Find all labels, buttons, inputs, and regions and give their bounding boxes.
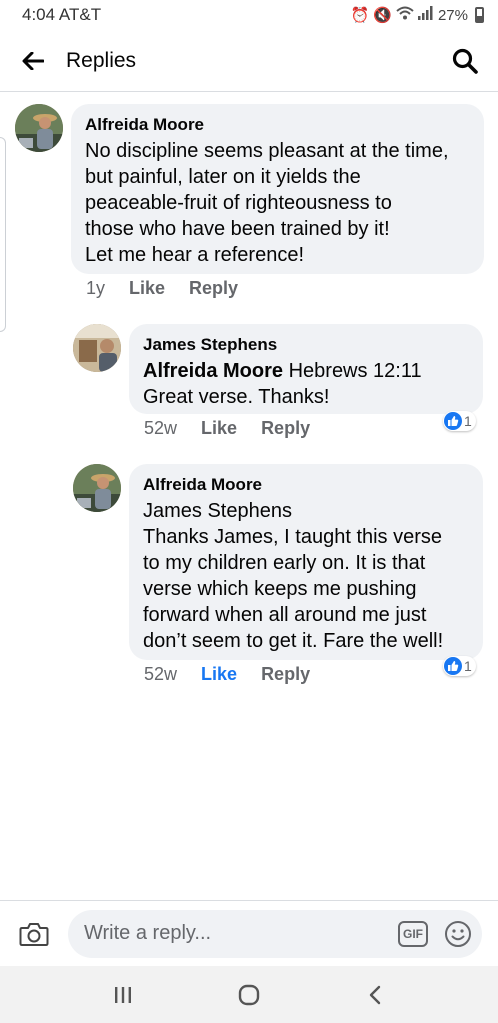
like-button[interactable]: Like [201,418,237,439]
mention-link[interactable]: Alfreida Moore [143,360,283,382]
status-bar: 4:04 AT&T ⏰ 🔇 27% [0,0,498,30]
alarm-icon: ⏰ [350,7,370,24]
comment-timestamp[interactable]: 52w [144,664,177,685]
back-button[interactable] [0,30,66,92]
reaction-count: 1 [464,413,472,429]
system-back-button[interactable] [345,970,405,1020]
search-icon [452,48,478,74]
home-button[interactable] [219,970,279,1020]
avatar[interactable] [15,104,63,152]
reply-field: GIF [68,909,482,958]
camera-button[interactable] [0,901,68,967]
battery-icon [475,7,484,23]
comment-text: Alfreida Moore Hebrews 12:11 Great verse… [143,360,422,408]
mute-icon: 🔇 [373,7,392,24]
signal-icon [417,6,434,24]
comment-timestamp[interactable]: 1y [86,278,105,299]
like-button[interactable]: Like [201,664,237,685]
header: Replies [0,30,498,92]
like-button[interactable]: Like [129,278,165,299]
thumbs-up-icon [444,412,462,430]
recent-apps-icon [115,986,131,1003]
comment-bubble[interactable]: James Stephens Alfreida Moore Hebrews 12… [129,324,483,414]
gif-button[interactable]: GIF [398,920,428,947]
home-icon [238,984,260,1005]
recent-apps-button[interactable] [93,970,153,1020]
status-icons: ⏰ 🔇 27% [351,6,484,24]
avatar[interactable] [73,324,121,372]
reaction-badge[interactable]: 1 [443,411,476,431]
camera-icon [19,922,49,946]
chevron-left-icon [369,985,381,1004]
reply-button[interactable]: Reply [261,664,310,685]
reply-input[interactable] [84,922,398,945]
comment-text: James Stephens Thanks James, I taught th… [143,498,469,654]
comment-timestamp[interactable]: 52w [144,418,177,439]
comment-bubble[interactable]: Alfreida Moore No discipline seems pleas… [71,104,484,274]
page-title: Replies [66,48,137,72]
thread-connector [0,137,6,332]
search-button[interactable] [432,30,498,92]
wifi-icon [396,6,414,24]
reply-button[interactable]: Reply [189,278,238,299]
battery-percent: 27% [437,6,468,24]
reply-button[interactable]: Reply [261,418,310,439]
comment-actions: 52w Like Reply [144,664,310,685]
system-nav-bar [0,966,498,1023]
comment-text: No discipline seems pleasant at the time… [85,140,449,266]
smiley-icon [445,920,471,947]
mention-link[interactable]: James Stephens [143,498,469,524]
status-time-carrier: 4:04 AT&T [22,5,102,24]
reaction-badge[interactable]: 1 [443,656,476,676]
reply-composer: GIF [0,900,498,966]
comment-author[interactable]: James Stephens [143,334,469,356]
comment-author[interactable]: Alfreida Moore [143,474,469,496]
comment-actions: 52w Like Reply [144,418,310,439]
comment-author[interactable]: Alfreida Moore [85,114,470,136]
avatar-photo [73,324,121,372]
reaction-count: 1 [464,658,472,674]
thumbs-up-icon [444,657,462,675]
comment-bubble[interactable]: Alfreida Moore James Stephens Thanks Jam… [129,464,483,660]
avatar-photo [73,464,121,512]
arrow-left-icon [22,51,44,70]
comment-actions: 1y Like Reply [86,278,238,299]
avatar[interactable] [73,464,121,512]
avatar-photo [15,104,63,152]
emoji-button[interactable] [444,920,472,948]
